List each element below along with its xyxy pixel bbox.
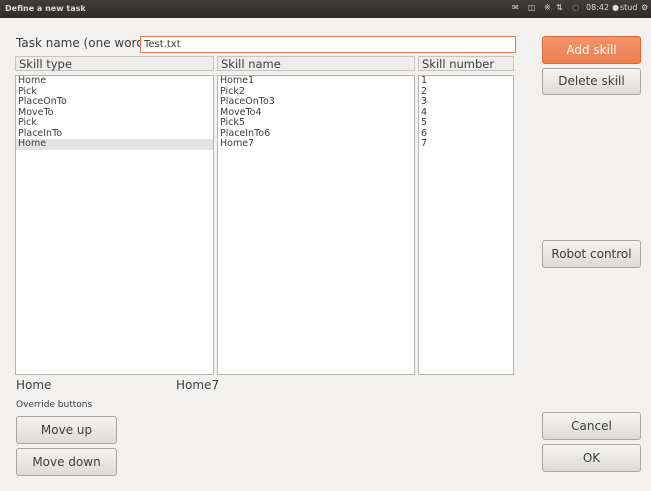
- list-item[interactable]: 7: [419, 138, 513, 150]
- cancel-button[interactable]: Cancel: [542, 412, 641, 440]
- skill-type-header[interactable]: Skill type: [15, 56, 214, 71]
- list-item[interactable]: PlaceOnTo: [16, 96, 213, 108]
- gear-icon[interactable]: ⚙: [641, 3, 648, 12]
- ok-button[interactable]: OK: [542, 444, 641, 472]
- selected-name-label: Home7: [176, 378, 220, 392]
- skill-number-header[interactable]: Skill number: [418, 56, 514, 71]
- list-item[interactable]: 3: [419, 96, 513, 108]
- skill-name-list[interactable]: Home1 Pick2 PlaceOnTo3 MoveTo4 Pick5 Pla…: [217, 75, 415, 375]
- list-item[interactable]: MoveTo4: [218, 107, 414, 119]
- list-item[interactable]: Pick: [16, 117, 213, 129]
- list-item[interactable]: MoveTo: [16, 107, 213, 119]
- bluetooth-icon[interactable]: ※: [544, 3, 551, 12]
- top-panel: Define a new task ✉ ◫ ※ ⇅ ◌ 08:42 ● stud…: [0, 0, 651, 18]
- list-item[interactable]: 6: [419, 128, 513, 140]
- robot-control-button[interactable]: Robot control: [542, 240, 641, 268]
- user-icon: ●: [612, 3, 619, 12]
- list-item[interactable]: 2: [419, 86, 513, 98]
- list-item[interactable]: Home1: [218, 75, 414, 87]
- list-item[interactable]: Home7: [218, 138, 414, 150]
- add-skill-button[interactable]: Add skill: [542, 36, 641, 64]
- selected-type-label: Home: [16, 378, 52, 392]
- skill-name-header[interactable]: Skill name: [217, 56, 415, 71]
- list-item[interactable]: 1: [419, 75, 513, 87]
- mail-icon[interactable]: ✉: [512, 3, 519, 12]
- list-item[interactable]: PlaceOnTo3: [218, 96, 414, 108]
- list-item[interactable]: 5: [419, 117, 513, 129]
- task-name-input[interactable]: Test.txt: [140, 36, 516, 53]
- skill-type-list[interactable]: Home Pick PlaceOnTo MoveTo Pick PlaceInT…: [15, 75, 214, 375]
- override-label: Override buttons: [16, 400, 93, 410]
- skill-number-list[interactable]: 1 2 3 4 5 6 7: [418, 75, 514, 375]
- volume-icon[interactable]: ◌: [572, 3, 579, 12]
- clock[interactable]: 08:42: [586, 3, 609, 12]
- delete-skill-button[interactable]: Delete skill: [542, 68, 641, 95]
- task-name-label: Task name (one word): [16, 36, 149, 50]
- window-title: Define a new task: [5, 4, 86, 13]
- list-item[interactable]: Pick5: [218, 117, 414, 129]
- battery-icon[interactable]: ◫: [528, 3, 536, 12]
- move-up-button[interactable]: Move up: [16, 416, 117, 444]
- list-item[interactable]: 4: [419, 107, 513, 119]
- list-item-selected[interactable]: Home: [16, 138, 213, 150]
- move-down-button[interactable]: Move down: [16, 448, 117, 476]
- network-icon[interactable]: ⇅: [556, 3, 563, 12]
- list-item[interactable]: Home: [16, 75, 213, 87]
- user-name[interactable]: stud: [620, 3, 637, 12]
